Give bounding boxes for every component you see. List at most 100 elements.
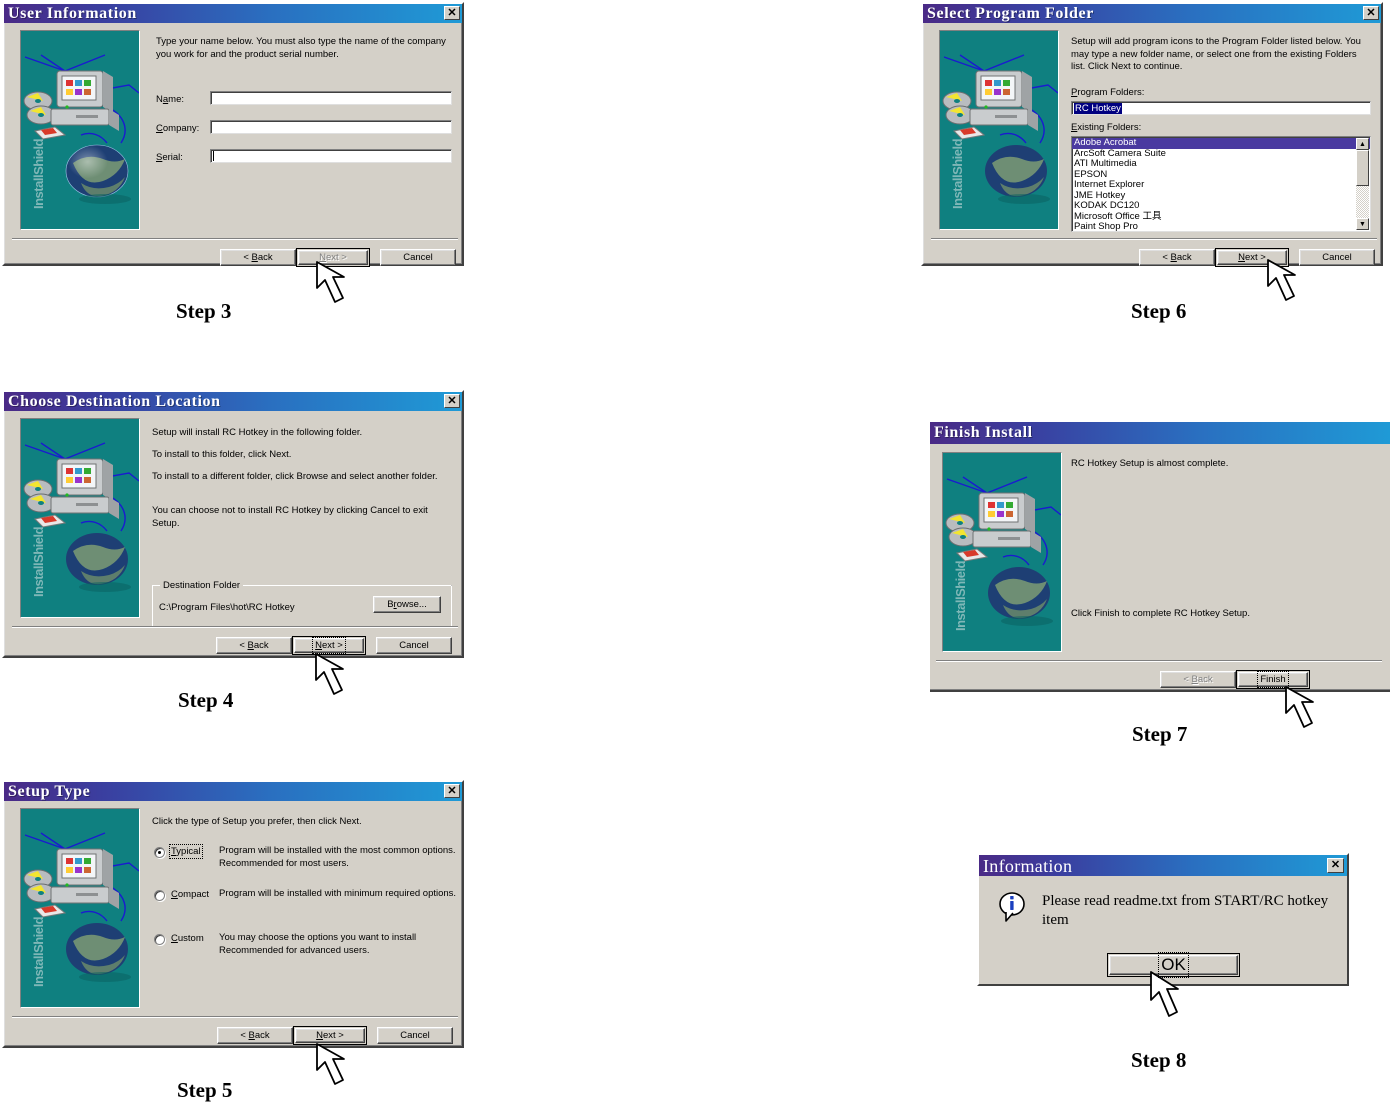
pointer-arrow-step7 xyxy=(1282,683,1328,733)
scroll-up-icon[interactable]: ▲ xyxy=(1356,138,1369,150)
svg-text:InstallShield: InstallShield xyxy=(950,138,965,209)
svg-text:InstallShield: InstallShield xyxy=(31,916,46,987)
list-item[interactable]: ATI Multimedia xyxy=(1072,158,1370,170)
existing-folders-listbox[interactable]: Adobe Acrobat ArcSoft Camera Suite ATI M… xyxy=(1071,136,1371,232)
radio-custom-label[interactable]: Custom xyxy=(171,933,204,944)
radio-typical-dot xyxy=(158,851,161,854)
back-button[interactable]: < Back xyxy=(1160,671,1236,688)
back-button[interactable]: < Back xyxy=(216,637,292,654)
cancel-label: Cancel xyxy=(1322,252,1352,263)
finish-line-2: Click Finish to complete RC Hotkey Setup… xyxy=(1071,608,1250,619)
listbox-scrollbar[interactable]: ▲ ▼ xyxy=(1356,138,1369,230)
radio-typical-description: Program will be installed with the most … xyxy=(219,845,456,869)
cancel-button[interactable]: Cancel xyxy=(376,637,452,654)
installshield-artwork: InstallShield xyxy=(20,418,140,618)
footer-separator xyxy=(12,238,458,240)
program-folders-label: Program Folders: xyxy=(1071,87,1145,98)
list-item[interactable]: Adobe Acrobat xyxy=(1072,137,1370,149)
dialog-title: Information xyxy=(983,855,1073,876)
radio-typical[interactable] xyxy=(154,847,165,858)
intro-text: Setup will add program icons to the Prog… xyxy=(1071,36,1361,73)
titlebar-setup-type[interactable]: Setup Type ✕ xyxy=(4,782,462,801)
radio-compact-description: Program will be installed with minimum r… xyxy=(219,888,457,899)
paragraph-2: To install to this folder, click Next. xyxy=(152,449,292,460)
radio-compact-label[interactable]: Compact xyxy=(171,889,209,900)
back-button[interactable]: < Back xyxy=(1139,249,1215,266)
browse-button[interactable]: Browse... xyxy=(373,596,441,613)
destination-path: C:\Program Files\hot\RC Hotkey xyxy=(159,602,295,613)
radio-typical-label[interactable]: Typical xyxy=(169,844,203,859)
installshield-artwork: InstallShield xyxy=(20,808,140,1008)
company-label: Company: xyxy=(156,123,200,134)
radio-compact[interactable] xyxy=(154,890,165,901)
installshield-artwork: InstallShield xyxy=(942,452,1062,652)
footer-separator xyxy=(12,1016,458,1018)
svg-text:InstallShield: InstallShield xyxy=(953,560,968,631)
step-5-caption: Step 5 xyxy=(177,1078,233,1102)
cancel-button[interactable]: Cancel xyxy=(380,249,456,266)
scroll-down-icon[interactable]: ▼ xyxy=(1356,218,1369,230)
dialog-title: Finish Install xyxy=(934,424,1033,441)
pointer-arrow-step3 xyxy=(313,258,359,308)
dialog-title: Select Program Folder xyxy=(927,4,1094,22)
close-icon[interactable]: ✕ xyxy=(444,784,460,798)
dialog-user-information[interactable]: User Information ✕ InstallShield Type yo… xyxy=(2,2,464,267)
cancel-label: Cancel xyxy=(400,1030,430,1041)
serial-input[interactable] xyxy=(210,149,452,163)
paragraph-3: To install to a different folder, click … xyxy=(152,471,438,482)
titlebar-finish-install[interactable]: Finish Install xyxy=(930,422,1390,444)
footer-separator xyxy=(12,626,458,628)
information-icon xyxy=(997,891,1027,928)
step-3-caption: Step 3 xyxy=(176,299,232,323)
titlebar-information[interactable]: Information ✕ xyxy=(979,855,1347,876)
dialog-title: User Information xyxy=(8,4,137,22)
list-item[interactable]: Paint Shop Pro xyxy=(1072,221,1370,231)
serial-label: Serial: xyxy=(156,152,183,163)
step-4-caption: Step 4 xyxy=(178,688,234,712)
cancel-label: Cancel xyxy=(403,252,433,263)
titlebar-select-program-folder[interactable]: Select Program Folder ✕ xyxy=(923,4,1381,23)
cancel-button[interactable]: Cancel xyxy=(377,1027,453,1044)
dialog-choose-destination[interactable]: Choose Destination Location ✕ InstallShi… xyxy=(2,390,464,658)
installshield-artwork: InstallShield xyxy=(939,30,1059,230)
company-input[interactable] xyxy=(210,120,452,134)
radio-custom[interactable] xyxy=(154,934,165,945)
paragraph-1: Setup will install RC Hotkey in the foll… xyxy=(152,427,363,438)
dialog-information[interactable]: Information ✕ Please read readme.txt fro… xyxy=(977,853,1349,986)
close-icon[interactable]: ✕ xyxy=(444,6,460,20)
back-button[interactable]: < Back xyxy=(217,1027,293,1044)
step-6-caption: Step 6 xyxy=(1131,299,1187,323)
titlebar-user-information[interactable]: User Information ✕ xyxy=(4,4,462,23)
cancel-button[interactable]: Cancel xyxy=(1299,249,1375,266)
pointer-arrow-step4 xyxy=(312,650,358,700)
name-label: Name: xyxy=(156,94,185,105)
list-item[interactable]: KODAK DC120 xyxy=(1072,200,1370,212)
ok-button[interactable]: OK xyxy=(1107,952,1240,978)
close-icon[interactable]: ✕ xyxy=(1363,6,1379,20)
pointer-arrow-step6 xyxy=(1264,256,1310,306)
list-item[interactable]: Internet Explorer xyxy=(1072,179,1370,191)
text-caret xyxy=(213,151,214,161)
close-icon[interactable]: ✕ xyxy=(1327,858,1344,873)
radio-custom-description: You may choose the options you want to i… xyxy=(219,932,417,956)
pointer-arrow-step5 xyxy=(313,1040,359,1090)
close-icon[interactable]: ✕ xyxy=(444,394,460,408)
titlebar-choose-destination[interactable]: Choose Destination Location ✕ xyxy=(4,392,462,411)
dialog-setup-type[interactable]: Setup Type ✕ InstallShield Click the typ… xyxy=(2,780,464,1048)
paragraph-4: You can choose not to install RC Hotkey … xyxy=(152,505,428,529)
footer-separator xyxy=(936,660,1382,662)
existing-folders-list: Adobe Acrobat ArcSoft Camera Suite ATI M… xyxy=(1072,137,1370,231)
program-folders-input[interactable]: RC Hotkey xyxy=(1071,101,1371,115)
intro-text: Type your name below. You must also type… xyxy=(156,36,446,60)
svg-text:InstallShield: InstallShield xyxy=(31,138,46,209)
step-7-caption: Step 7 xyxy=(1132,722,1188,746)
back-button[interactable]: < Back xyxy=(220,249,296,266)
dialog-title: Choose Destination Location xyxy=(8,392,221,410)
dialog-select-program-folder[interactable]: Select Program Folder ✕ InstallShield Se… xyxy=(921,2,1383,267)
program-folders-value: RC Hotkey xyxy=(1074,102,1122,114)
installshield-artwork: InstallShield xyxy=(20,30,140,230)
destination-folder-group-title: Destination Folder xyxy=(160,580,244,591)
dialog-finish-install[interactable]: Finish Install InstallShield RC Hotkey S… xyxy=(930,420,1390,692)
scrollbar-thumb[interactable] xyxy=(1356,150,1369,186)
name-input[interactable] xyxy=(210,91,452,105)
